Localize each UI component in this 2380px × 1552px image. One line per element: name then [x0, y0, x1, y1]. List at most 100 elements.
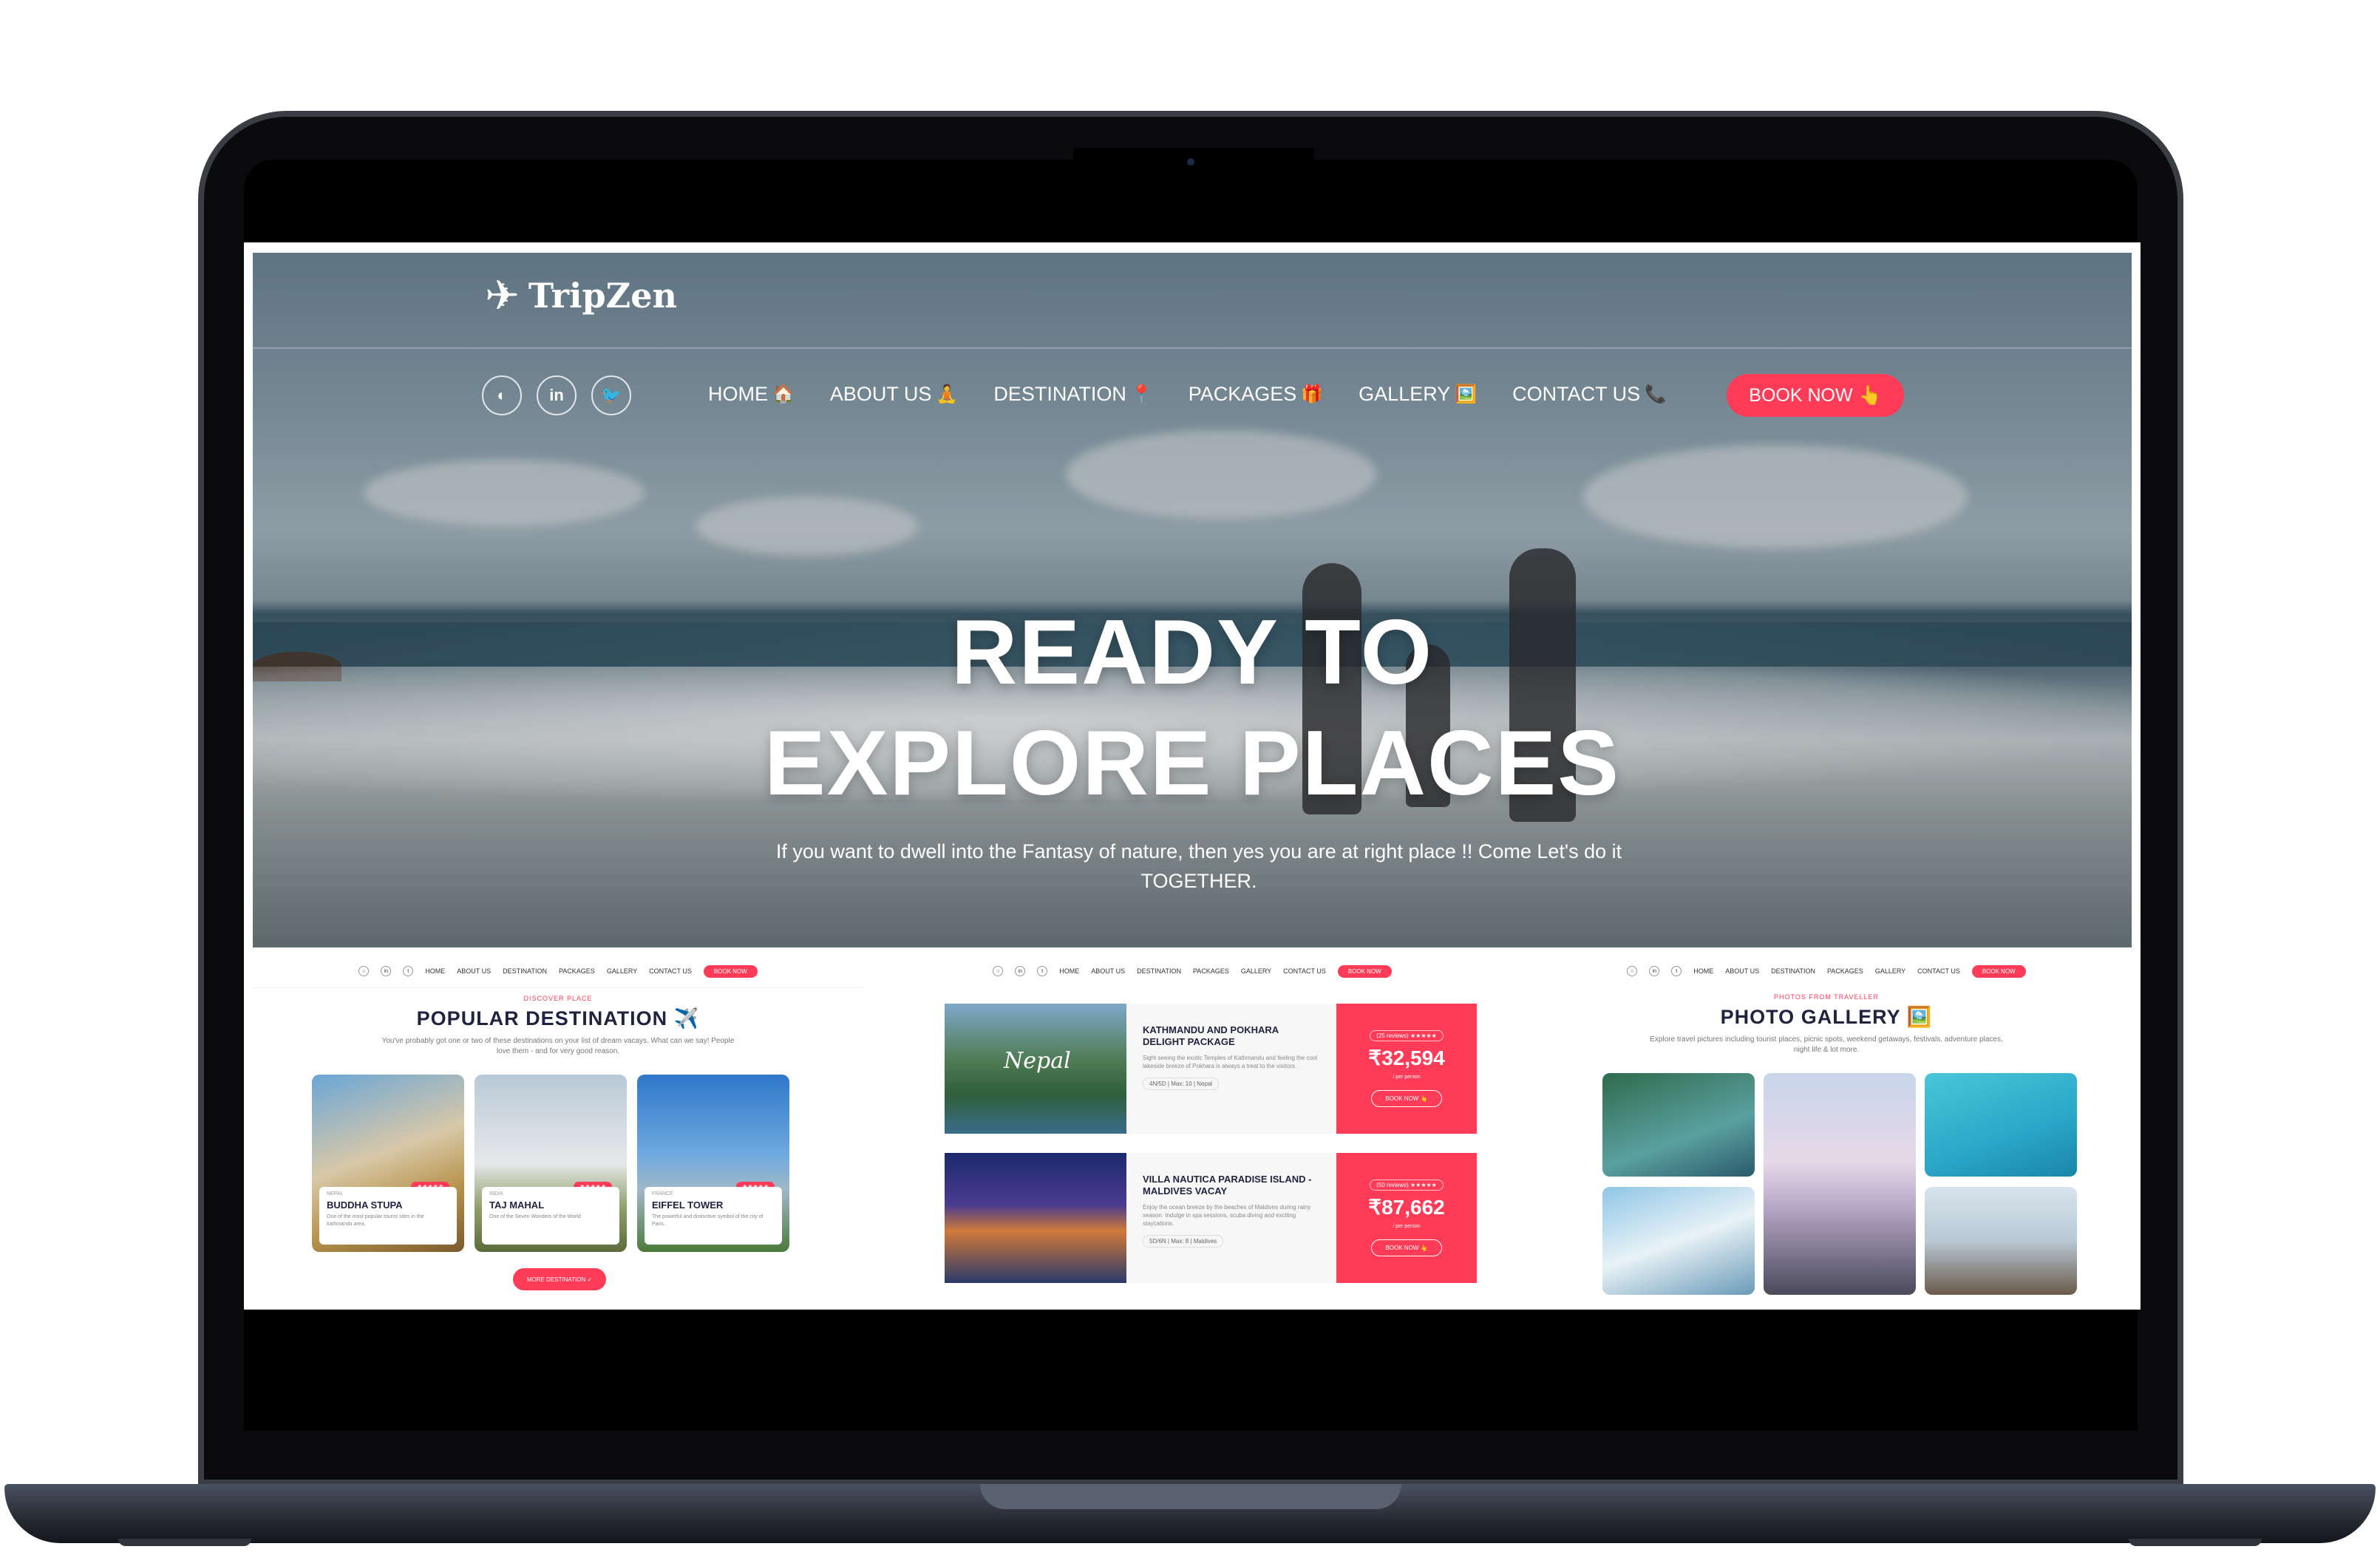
- github-icon: ○: [1627, 966, 1638, 976]
- image-caption: Nepal: [1004, 1048, 1071, 1074]
- pin-icon: 📍: [1130, 384, 1153, 404]
- gallery-photo-swimming[interactable]: [1925, 1073, 2077, 1177]
- package-card[interactable]: VILLA NAUTICA PARADISE ISLAND - MALDIVES…: [945, 1153, 1477, 1283]
- reviews-badge: (50 reviews) ★★★★★: [1370, 1180, 1444, 1191]
- destination-card[interactable]: ★★★★★ NEPAL BUDDHA STUPA One of the most…: [312, 1075, 464, 1252]
- package-book-button[interactable]: BOOK NOW 👆: [1371, 1239, 1442, 1256]
- nav-label: DESTINATION: [993, 383, 1126, 405]
- card-info: NEPAL BUDDHA STUPA One of the most popul…: [319, 1187, 457, 1245]
- nepal-lake-image: Nepal: [945, 1004, 1126, 1134]
- package-card[interactable]: Nepal KATHMANDU AND POKHARA DELIGHT PACK…: [945, 1004, 1477, 1134]
- gallery-photo-glacier[interactable]: [1602, 1187, 1755, 1295]
- mini-nav-item: HOME: [1059, 967, 1080, 975]
- section-eyebrow: PHOTOS FROM TRAVELLER: [1773, 993, 1880, 1001]
- mini-nav-item: HOME: [425, 967, 446, 975]
- package-description: Sight seeing the exotic Temples of Kathm…: [1143, 1055, 1318, 1069]
- more-destination-button[interactable]: MORE DESTINATION ✓: [513, 1268, 606, 1290]
- mini-nav-item: ABOUT US: [457, 967, 492, 975]
- nav-label: HOME: [708, 383, 768, 405]
- book-now-label: BOOK NOW: [1749, 384, 1853, 406]
- reviews-count: (50 reviews): [1376, 1182, 1409, 1188]
- reviews-badge: (25 reviews) ★★★★★: [1370, 1030, 1444, 1041]
- social-links: ◐ in 🐦: [482, 375, 631, 415]
- package-meta: 5D/6N | Max: 8 | Maldives: [1143, 1235, 1224, 1248]
- linkedin-icon: in: [1015, 966, 1026, 976]
- mini-nav-item: PACKAGES: [1826, 967, 1863, 975]
- section-description: Explore travel pictures including touris…: [1650, 1035, 2003, 1054]
- airplane-icon: ✈: [485, 272, 520, 319]
- package-price: ₹87,662: [1368, 1196, 1445, 1219]
- linkedin-icon: in: [1649, 966, 1660, 976]
- mini-divider: [253, 987, 863, 988]
- packages-preview: ○ in t HOME ABOUT US DESTINATION PACKAGE…: [878, 952, 1506, 1310]
- mini-nav-item: GALLERY: [1240, 967, 1272, 975]
- package-title: VILLA NAUTICA PARADISE ISLAND - MALDIVES…: [1143, 1174, 1312, 1197]
- github-icon[interactable]: ◐: [482, 375, 522, 415]
- price-unit: / per person: [1393, 1224, 1421, 1229]
- nav-label: GALLERY: [1359, 383, 1451, 405]
- section-title: POPULAR DESTINATION ✈️: [416, 1007, 700, 1029]
- package-price-panel: (50 reviews) ★★★★★ ₹87,662 / per person …: [1336, 1153, 1477, 1283]
- nav-label: ABOUT US: [829, 383, 932, 405]
- nav-home[interactable]: HOME 🏠: [708, 383, 795, 406]
- card-title: EIFFEL TOWER: [652, 1199, 724, 1211]
- mini-nav-item: GALLERY: [1874, 967, 1906, 975]
- package-book-button[interactable]: BOOK NOW 👆: [1371, 1090, 1442, 1107]
- star-rating: ★★★★★: [1410, 1032, 1437, 1039]
- linkedin-icon[interactable]: in: [537, 375, 577, 415]
- nav-packages[interactable]: PACKAGES 🎁: [1189, 383, 1323, 406]
- github-icon: ○: [993, 966, 1004, 976]
- book-now-button[interactable]: BOOK NOW 👆: [1727, 374, 1904, 417]
- mini-nav-item: HOME: [1693, 967, 1714, 975]
- gallery-photo-castle[interactable]: [1764, 1073, 1916, 1295]
- nav-about-us[interactable]: ABOUT US 🧘: [830, 383, 958, 406]
- section-eyebrow: DISCOVER PLACE: [523, 995, 593, 1002]
- pointing-hand-icon: 👆: [1858, 384, 1882, 406]
- mini-nav-item: CONTACT US: [649, 967, 692, 975]
- card-description: One of the Seven Wonders of the World: [489, 1214, 581, 1219]
- mini-nav: ○ in t HOME ABOUT US DESTINATION PACKAGE…: [878, 958, 1506, 984]
- person-icon: 🧘: [936, 384, 959, 404]
- card-country: INDIA: [489, 1191, 503, 1197]
- hero-title-line1: READY TO: [951, 602, 1434, 704]
- package-body: VILLA NAUTICA PARADISE ISLAND - MALDIVES…: [1126, 1153, 1336, 1283]
- package-meta: 4N/5D | Max: 10 | Nepal: [1143, 1078, 1220, 1090]
- header-divider: [253, 347, 2132, 349]
- laptop-foot-left: [118, 1539, 251, 1546]
- card-country: NEPAL: [327, 1191, 344, 1197]
- gallery-photo-lagoon[interactable]: [1602, 1073, 1755, 1177]
- mini-nav: ○ in t HOME ABOUT US DESTINATION PACKAGE…: [1521, 958, 2132, 984]
- twitter-icon[interactable]: 🐦: [591, 375, 631, 415]
- gallery-preview: ○ in t HOME ABOUT US DESTINATION PACKAGE…: [1521, 952, 2132, 1310]
- linkedin-icon: in: [381, 966, 392, 976]
- package-price-panel: (25 reviews) ★★★★★ ₹32,594 / per person …: [1336, 1004, 1477, 1134]
- nav-contact-us[interactable]: CONTACT US 📞: [1512, 383, 1667, 406]
- mini-book-button: BOOK NOW: [1337, 964, 1392, 978]
- main-nav: HOME 🏠 ABOUT US 🧘 DESTINATION 📍 PACKAGES 🎁 G…: [708, 383, 1667, 406]
- gift-icon: 🎁: [1301, 384, 1324, 404]
- section-description: You've probably got one or two of these …: [381, 1037, 735, 1055]
- card-description: One of the most popular tourist sites in…: [327, 1214, 424, 1227]
- price-unit: / per person: [1393, 1075, 1421, 1080]
- card-description: The powerful and distinctive symbol of t…: [652, 1214, 764, 1227]
- nav-gallery[interactable]: GALLERY 🖼️: [1359, 383, 1477, 406]
- nav-label: PACKAGES: [1188, 383, 1297, 405]
- maldives-villa-image: [945, 1153, 1126, 1283]
- card-info: INDIA TAJ MAHAL One of the Seven Wonders…: [482, 1187, 619, 1245]
- twitter-icon: t: [1037, 966, 1048, 976]
- gallery-photo-couple[interactable]: [1925, 1187, 2077, 1295]
- destination-card[interactable]: ★★★★★ FRANCE EIFFEL TOWER The powerful a…: [637, 1075, 789, 1252]
- mini-book-button: BOOK NOW: [1971, 964, 2026, 978]
- site-logo[interactable]: ✈ TripZen: [485, 275, 677, 316]
- picture-icon: 🖼️: [1455, 384, 1478, 404]
- package-price: ₹32,594: [1368, 1046, 1445, 1069]
- mini-nav-item: PACKAGES: [558, 967, 595, 975]
- destination-card[interactable]: ★★★★★ INDIA TAJ MAHAL One of the Seven W…: [475, 1075, 627, 1252]
- camera-icon: [1187, 158, 1194, 166]
- mini-nav-item: PACKAGES: [1192, 967, 1229, 975]
- reviews-count: (25 reviews): [1376, 1032, 1409, 1039]
- nav-destination[interactable]: DESTINATION 📍: [993, 383, 1152, 406]
- hero-title-line2: EXPLORE PLACES: [764, 712, 1620, 814]
- mini-nav-item: GALLERY: [606, 967, 638, 975]
- camera-notch: [1073, 148, 1314, 201]
